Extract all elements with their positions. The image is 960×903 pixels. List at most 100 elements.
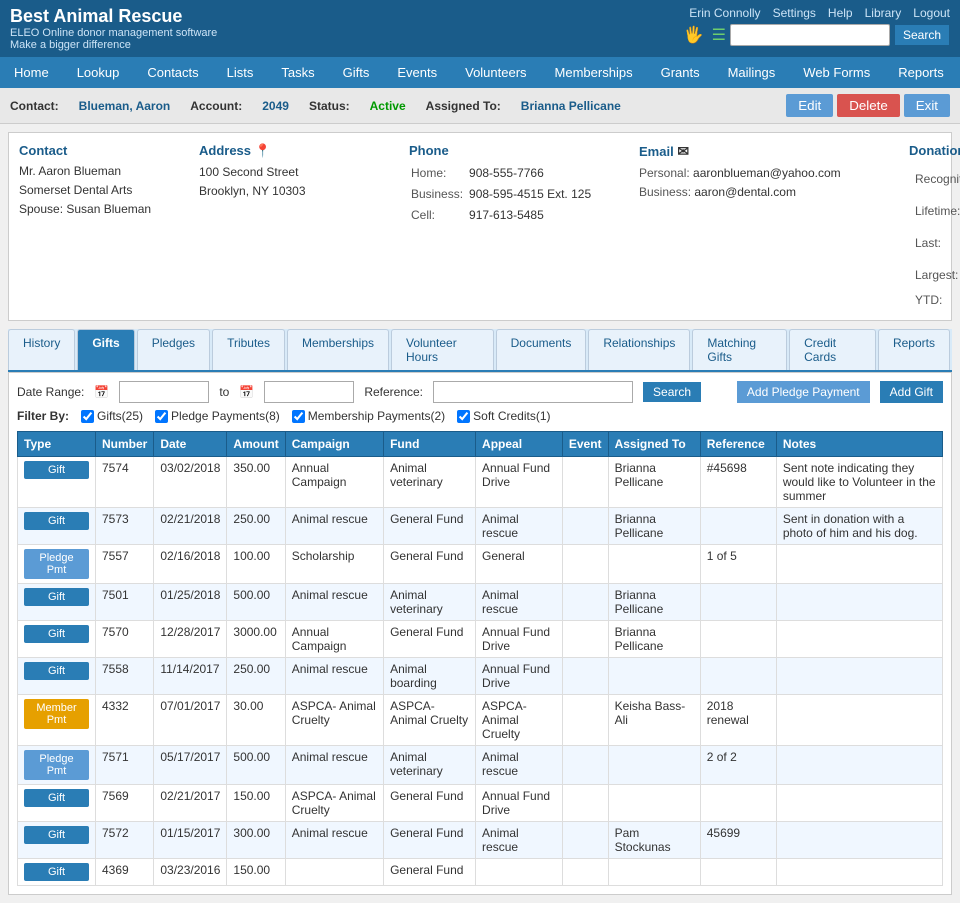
- membership-filter[interactable]: Membership Payments(2): [292, 409, 445, 423]
- type-button[interactable]: Gift: [24, 512, 89, 530]
- app-branding: Best Animal Rescue ELEO Online donor man…: [10, 6, 217, 51]
- home-value: 908-555-7766: [469, 164, 591, 183]
- assigned-to-cell: Brianna Pellicane: [608, 621, 700, 658]
- number-cell: 7570: [96, 621, 154, 658]
- soft-checkbox[interactable]: [457, 410, 470, 423]
- nav-item-volunteers[interactable]: Volunteers: [451, 57, 540, 88]
- table-row: Gift750101/25/2018500.00Animal rescueAni…: [18, 584, 943, 621]
- search-gifts-button[interactable]: Search: [643, 382, 701, 402]
- tab-credit-cards[interactable]: Credit Cards: [789, 329, 876, 370]
- tab-memberships[interactable]: Memberships: [287, 329, 389, 370]
- nav-item-home[interactable]: Home: [0, 57, 63, 88]
- soft-filter[interactable]: Soft Credits(1): [457, 409, 550, 423]
- reference-input[interactable]: [433, 381, 633, 403]
- gifts-filter[interactable]: Gifts(25): [81, 409, 143, 423]
- recognition-label: Recognition Level:: [911, 164, 960, 194]
- tab-volunteer-hours[interactable]: Volunteer Hours: [391, 329, 494, 370]
- add-gift-button[interactable]: Add Gift: [880, 381, 943, 403]
- assigned-to-cell: Brianna Pellicane: [608, 508, 700, 545]
- add-pledge-button[interactable]: Add Pledge Payment: [737, 381, 870, 403]
- appeal-cell: Animal rescue: [476, 822, 563, 859]
- library-link[interactable]: Library: [865, 6, 902, 20]
- contact-line: Mr. Aaron Blueman: [19, 162, 189, 181]
- notes-cell: Sent in donation with a photo of him and…: [776, 508, 942, 545]
- exit-button[interactable]: Exit: [904, 94, 950, 117]
- appeal-cell: Annual Fund Drive: [476, 457, 563, 508]
- calendar-icon-to: 📅: [239, 385, 254, 399]
- donations-content: Donations Recognition Level: Gold Donor …: [909, 143, 960, 310]
- top-right: Erin Connolly Settings Help Library Logo…: [684, 6, 950, 46]
- campaign-cell: Animal rescue: [285, 746, 383, 785]
- type-button[interactable]: Gift: [24, 461, 89, 479]
- gifts-checkbox[interactable]: [81, 410, 94, 423]
- campaign-cell: [285, 859, 383, 886]
- edit-button[interactable]: Edit: [786, 94, 833, 117]
- campaign-cell: Annual Campaign: [285, 621, 383, 658]
- type-button[interactable]: Gift: [24, 662, 89, 680]
- date-to-input[interactable]: [264, 381, 354, 403]
- tab-tributes[interactable]: Tributes: [212, 329, 285, 370]
- reference-cell: [700, 621, 776, 658]
- type-button[interactable]: Gift: [24, 789, 89, 807]
- table-row: Pledge Pmt757105/17/2017500.00Animal res…: [18, 746, 943, 785]
- date-from-input[interactable]: [119, 381, 209, 403]
- nav-item-tasks[interactable]: Tasks: [267, 57, 328, 88]
- reference-label: Reference:: [364, 385, 423, 399]
- appeal-cell: General: [476, 545, 563, 584]
- amount-cell: 500.00: [227, 746, 285, 785]
- number-cell: 4332: [96, 695, 154, 746]
- contact-value[interactable]: Blueman, Aaron: [79, 99, 171, 113]
- tab-matching-gifts[interactable]: Matching Gifts: [692, 329, 787, 370]
- type-button[interactable]: Pledge Pmt: [24, 549, 89, 579]
- nav-item-gifts[interactable]: Gifts: [329, 57, 384, 88]
- fund-cell: General Fund: [384, 785, 476, 822]
- fund-cell: General Fund: [384, 859, 476, 886]
- membership-checkbox[interactable]: [292, 410, 305, 423]
- date-cell: 02/21/2017: [154, 785, 227, 822]
- type-button[interactable]: Gift: [24, 625, 89, 643]
- type-button[interactable]: Gift: [24, 863, 89, 881]
- event-cell: [562, 822, 608, 859]
- nav-item-reports[interactable]: Reports: [884, 57, 958, 88]
- nav-item-web-forms[interactable]: Web Forms: [789, 57, 884, 88]
- app-subtitle: ELEO Online donor management software: [10, 27, 217, 39]
- settings-link[interactable]: Settings: [773, 6, 816, 20]
- nav-item-memberships[interactable]: Memberships: [541, 57, 647, 88]
- account-value[interactable]: 2049: [262, 99, 289, 113]
- fund-cell: General Fund: [384, 545, 476, 584]
- pledge-filter[interactable]: Pledge Payments(8): [155, 409, 280, 423]
- nav-item-events[interactable]: Events: [383, 57, 451, 88]
- tab-reports[interactable]: Reports: [878, 329, 950, 370]
- help-link[interactable]: Help: [828, 6, 853, 20]
- type-button[interactable]: Gift: [24, 826, 89, 844]
- tab-pledges[interactable]: Pledges: [137, 329, 210, 370]
- nav-bar: HomeLookupContactsListsTasksGiftsEventsV…: [0, 57, 960, 88]
- nav-item-lists[interactable]: Lists: [213, 57, 268, 88]
- search-input[interactable]: [730, 24, 890, 46]
- contact-section-title: Contact: [19, 143, 189, 158]
- logout-link[interactable]: Logout: [913, 6, 950, 20]
- delete-button[interactable]: Delete: [837, 94, 900, 117]
- campaign-cell: Animal rescue: [285, 822, 383, 859]
- nav-item-grants[interactable]: Grants: [647, 57, 714, 88]
- address-section: Address 📍 100 Second StreetBrooklyn, NY …: [199, 143, 399, 310]
- date-cell: 01/15/2017: [154, 822, 227, 859]
- type-button[interactable]: Member Pmt: [24, 699, 89, 729]
- tab-history[interactable]: History: [8, 329, 75, 370]
- tab-relationships[interactable]: Relationships: [588, 329, 690, 370]
- appeal-cell: Annual Fund Drive: [476, 785, 563, 822]
- tab-documents[interactable]: Documents: [496, 329, 587, 370]
- type-button[interactable]: Pledge Pmt: [24, 750, 89, 780]
- email-section: Email ✉ Personal: aaronblueman@yahoo.com…: [639, 143, 899, 310]
- event-cell: [562, 746, 608, 785]
- search-button[interactable]: Search: [894, 24, 950, 46]
- col-header-fund: Fund: [384, 432, 476, 457]
- event-cell: [562, 785, 608, 822]
- nav-item-contacts[interactable]: Contacts: [133, 57, 212, 88]
- nav-item-mailings[interactable]: Mailings: [714, 57, 790, 88]
- pledge-checkbox[interactable]: [155, 410, 168, 423]
- account-label: Account:: [190, 99, 242, 113]
- tab-gifts[interactable]: Gifts: [77, 329, 134, 370]
- type-button[interactable]: Gift: [24, 588, 89, 606]
- nav-item-lookup[interactable]: Lookup: [63, 57, 134, 88]
